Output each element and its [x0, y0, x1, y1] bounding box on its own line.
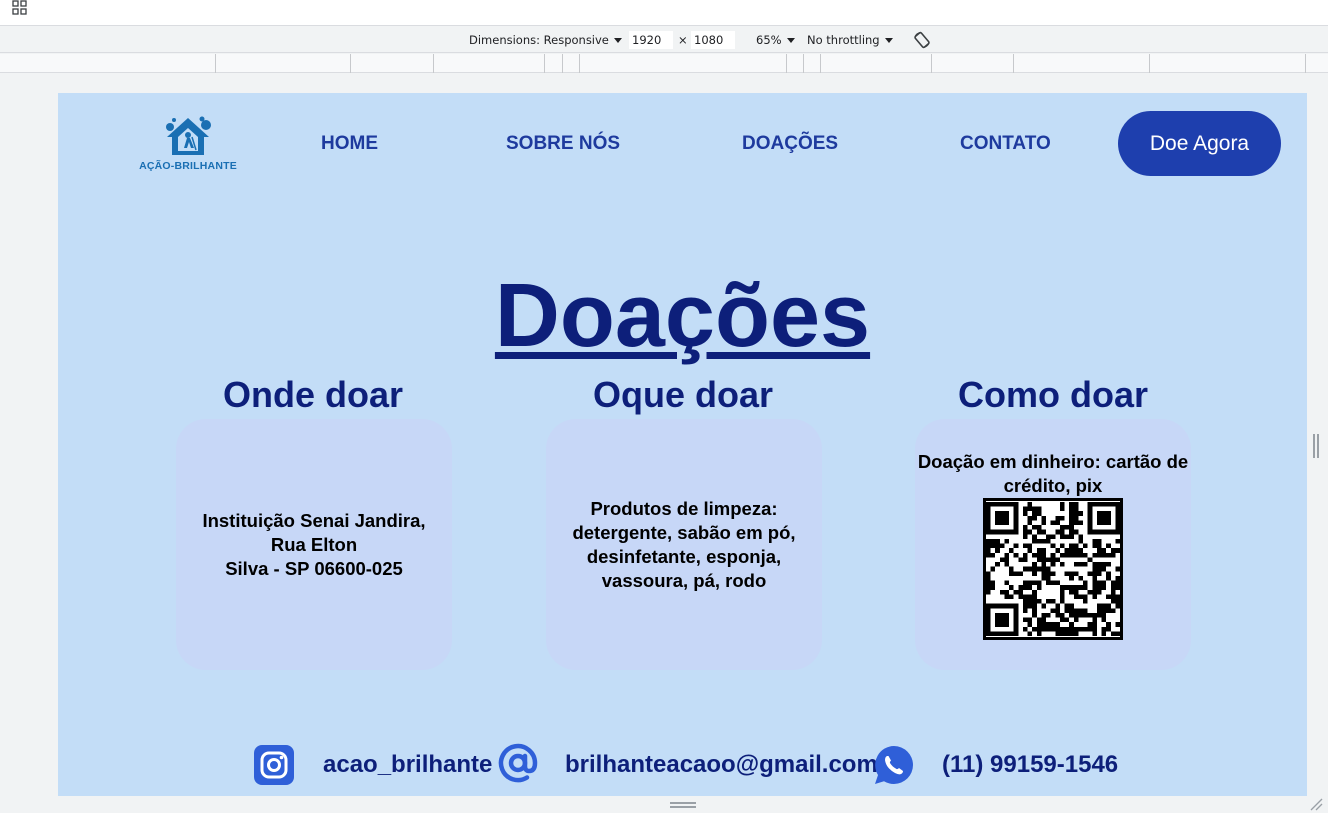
ruler-mark — [562, 54, 563, 73]
rotate-icon[interactable] — [912, 31, 932, 49]
email-address[interactable]: brilhanteacaoo@gmail.com — [565, 751, 878, 779]
address-text: Instituição Senai Jandira, Rua Elton Sil… — [202, 509, 425, 581]
page-title: Doações — [58, 261, 1307, 371]
phone-number[interactable]: (11) 99159-1546 — [942, 751, 1118, 779]
ruler-mark — [1305, 54, 1306, 73]
ruler-mark — [1149, 54, 1150, 73]
chevron-down-icon — [613, 38, 622, 43]
media-query-ruler[interactable] — [0, 54, 1328, 73]
whatsapp-icon[interactable] — [873, 744, 915, 786]
device-toolbar: Dimensions: Responsive 1920 × 1080 65% N… — [0, 27, 1328, 53]
instagram-icon[interactable] — [253, 744, 295, 786]
ruler-mark — [544, 54, 545, 73]
nav-contact[interactable]: CONTATO — [960, 133, 1051, 155]
ruler-mark — [820, 54, 821, 73]
items-line: desinfetante, esponja, — [586, 545, 782, 567]
items-line: detergente, sabão em pó, — [572, 521, 796, 543]
items-line: Produtos de limpeza: — [590, 497, 778, 519]
dimensions-dropdown[interactable]: Dimensions: Responsive — [469, 27, 622, 53]
payment-line: crédito, pix — [1003, 475, 1103, 496]
items-text: Produtos de limpeza: detergente, sabão e… — [572, 497, 795, 593]
nav-home[interactable]: HOME — [321, 133, 378, 155]
ruler-mark — [350, 54, 351, 73]
emulated-viewport: AÇÃO-BRILHANTE HOME SOBRE NÓS DOAÇÕES CO… — [58, 93, 1307, 796]
browser-top-strip — [0, 0, 1328, 26]
height-input[interactable]: 1080 — [691, 31, 735, 49]
items-line: vassoura, pá, rodo — [601, 569, 767, 591]
pix-qr-code — [983, 498, 1123, 640]
chevron-down-icon — [786, 38, 795, 43]
zoom-dropdown[interactable]: 65% — [756, 27, 795, 53]
nav-donations[interactable]: DOAÇÕES — [742, 133, 838, 155]
times-sign: × — [678, 33, 688, 47]
payment-line: Doação em dinheiro: cartão de — [917, 451, 1189, 472]
house-cleaning-logo-icon — [166, 116, 211, 155]
card-where-to-donate: Instituição Senai Jandira, Rua Elton Sil… — [176, 419, 452, 670]
payment-text: Doação em dinheiro: cartão de crédito, p… — [915, 450, 1191, 498]
throttling-label: No throttling — [807, 33, 880, 47]
instagram-handle[interactable]: acao_brilhante — [323, 751, 492, 779]
heading-how-to-donate: Como doar — [957, 374, 1148, 415]
card-how-to-donate: Doação em dinheiro: cartão de crédito, p… — [915, 419, 1191, 670]
address-line: Instituição Senai Jandira, — [202, 509, 426, 531]
ruler-mark — [215, 54, 216, 73]
heading-what-to-donate: Oque doar — [592, 374, 774, 415]
address-line: Rua Elton — [270, 533, 358, 555]
nav-about[interactable]: SOBRE NÓS — [506, 133, 620, 155]
throttling-dropdown[interactable]: No throttling — [807, 27, 893, 53]
width-input[interactable]: 1920 — [629, 31, 673, 49]
donate-now-button[interactable]: Doe Agora — [1118, 111, 1281, 176]
ruler-mark — [931, 54, 932, 73]
width-resize-handle[interactable] — [1313, 434, 1319, 458]
grid-icon[interactable] — [12, 0, 28, 16]
card-what-to-donate: Produtos de limpeza: detergente, sabão e… — [546, 419, 822, 670]
ruler-mark — [803, 54, 804, 73]
logo-text: AÇÃO-BRILHANTE — [139, 160, 237, 172]
heading-where-to-donate: Onde doar — [222, 374, 404, 415]
corner-resize-icon[interactable] — [1309, 797, 1323, 811]
zoom-label: 65% — [756, 33, 782, 47]
chevron-down-icon — [884, 38, 893, 43]
ruler-mark — [1013, 54, 1014, 73]
site-logo[interactable]: AÇÃO-BRILHANTE — [136, 115, 240, 177]
dimensions-label: Dimensions: Responsive — [469, 33, 609, 47]
address-line: Silva - SP 06600-025 — [225, 557, 403, 579]
ruler-mark — [579, 54, 580, 73]
at-sign-icon[interactable] — [497, 742, 539, 784]
page-title-text: Doações — [494, 266, 871, 366]
ruler-mark — [786, 54, 787, 73]
height-resize-handle[interactable] — [670, 802, 696, 808]
ruler-mark — [433, 54, 434, 73]
